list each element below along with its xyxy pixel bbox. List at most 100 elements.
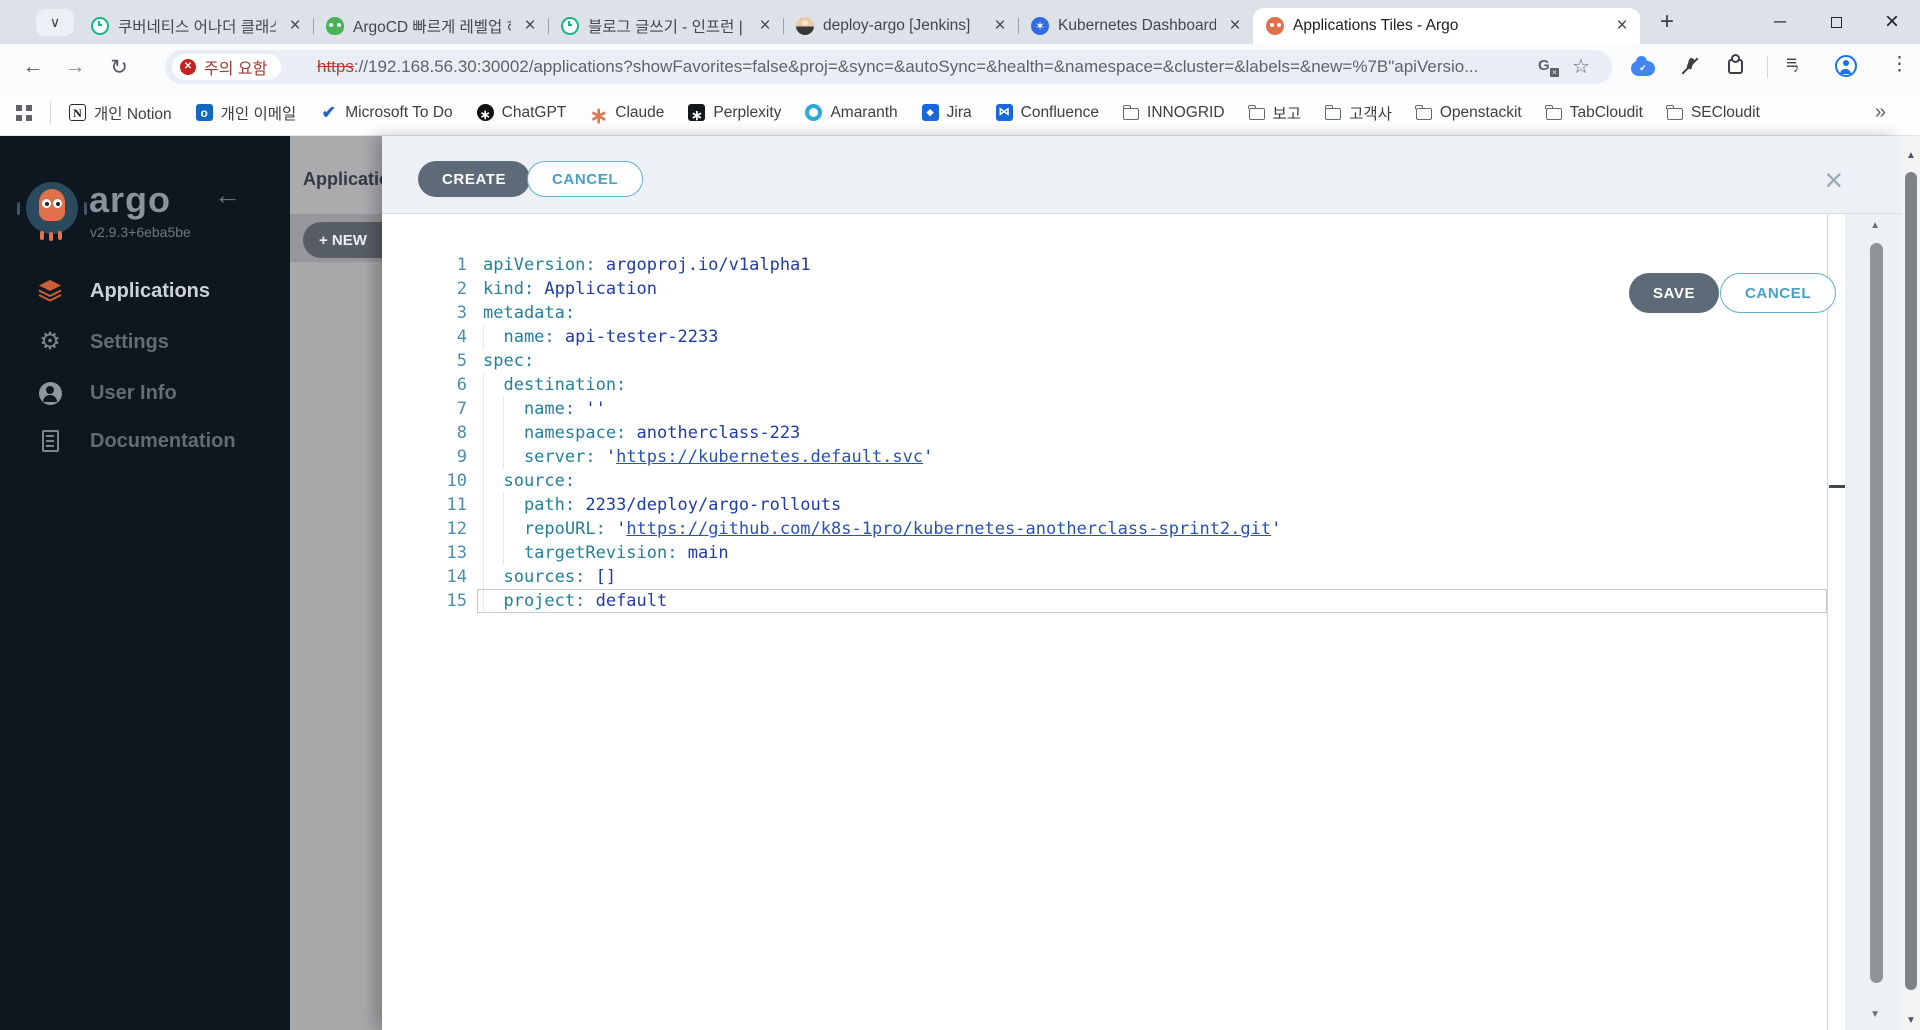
dimmed-page-strip: Applicatio + NEW — [290, 136, 382, 1030]
bookmark-item[interactable]: TabCloudit — [1545, 104, 1643, 122]
jenkins-favicon — [796, 17, 814, 35]
panel-scrollbar-thumb[interactable] — [1870, 243, 1883, 983]
panel-scroll-down-arrow[interactable]: ▼ — [1870, 1009, 1880, 1020]
tab-argo[interactable]: Applications Tiles - Argo × — [1253, 8, 1640, 44]
security-badge[interactable]: ✕ 주의 요함 — [172, 54, 282, 80]
close-window-button[interactable]: × — [1864, 0, 1920, 44]
media-controls-icon[interactable]: ≡ — [1786, 53, 1804, 75]
editor-cursor-marker — [1829, 485, 1845, 488]
tab-close-icon[interactable]: × — [990, 15, 1010, 37]
back-button[interactable]: ← — [18, 52, 48, 82]
line-number: 5 — [456, 351, 467, 371]
indent-guide — [483, 517, 503, 541]
forward-button[interactable]: → — [60, 52, 90, 82]
bookmark-item[interactable]: Amaranth — [805, 104, 898, 122]
scroll-up-arrow[interactable]: ▲ — [1902, 150, 1920, 161]
bookmark-item[interactable]: 개인 Notion — [69, 102, 172, 124]
blocked-extension-icon[interactable] — [1680, 55, 1700, 77]
token-key: server: — [523, 447, 596, 467]
cancel-button[interactable]: CANCEL — [527, 161, 644, 197]
tab-jenkins[interactable]: deploy-argo [Jenkins] × — [783, 8, 1018, 44]
argo-logo[interactable] — [17, 182, 87, 240]
apps-grid-icon[interactable] — [16, 104, 32, 121]
maximize-button[interactable] — [1808, 0, 1864, 44]
create-button[interactable]: CREATE — [418, 161, 531, 197]
close-panel-icon[interactable]: × — [1824, 164, 1843, 196]
address-bar[interactable]: ✕ 주의 요함 https://192.168.56.30:30002/appl… — [165, 50, 1612, 84]
bookmark-item[interactable]: SECloudit — [1666, 104, 1760, 122]
tab-close-icon[interactable]: × — [1225, 15, 1245, 37]
indent-guide — [483, 421, 503, 445]
bookmarks-overflow-chevron[interactable]: » — [1875, 101, 1886, 124]
sidebar-item-applications[interactable]: Applications — [0, 276, 290, 306]
line-number: 10 — [446, 471, 467, 491]
tab-search-button[interactable]: ∨ — [36, 9, 74, 36]
sidebar-item-settings[interactable]: ⚙ Settings — [0, 327, 290, 357]
tab-close-icon[interactable]: × — [520, 15, 540, 37]
tab-close-icon[interactable]: × — [1612, 15, 1632, 37]
extensions-icon[interactable] — [1728, 54, 1743, 74]
code-line-text: server: 'https://kubernetes.default.svc' — [477, 445, 1827, 469]
bookmark-item[interactable]: Claude — [590, 104, 664, 122]
sidebar-item-user-info[interactable]: User Info — [0, 378, 290, 408]
url-text[interactable]: https://192.168.56.30:30002/applications… — [317, 50, 1527, 84]
indent-guide — [483, 565, 503, 589]
tab-title: 블로그 글쓰기 - 인프런 | 자 — [588, 19, 746, 36]
sidebar-item-label: Documentation — [90, 429, 236, 452]
minimize-button[interactable]: ─ — [1752, 0, 1808, 44]
cloud-sync-icon[interactable] — [1631, 56, 1655, 76]
tab-close-icon[interactable]: × — [285, 15, 305, 37]
new-tab-button[interactable]: + — [1652, 7, 1682, 37]
code-line-text: metadata: — [477, 301, 1827, 325]
token-key: sources: — [503, 567, 586, 587]
bookmark-item[interactable]: Jira — [921, 104, 972, 122]
bookmark-item[interactable]: ChatGPT — [476, 104, 566, 122]
octopus-tentacles — [40, 231, 44, 240]
tab-inflearn[interactable]: 쿠버네티스 어나더 클래스 × — [78, 8, 313, 44]
bookmark-item[interactable]: INNOGRID — [1122, 104, 1225, 122]
bookmark-star-icon[interactable]: ☆ — [1572, 54, 1590, 79]
browser-menu-icon[interactable]: ⋮ — [1890, 53, 1909, 76]
bookmarks-divider — [50, 101, 51, 124]
code-line-9: 9 server: 'https://kubernetes.default.svc… — [382, 445, 1827, 469]
sidebar-item-documentation[interactable]: Documentation — [0, 426, 290, 456]
tab-close-icon[interactable]: × — [755, 15, 775, 37]
tab-kubernetes[interactable]: Kubernetes Dashboard × — [1018, 8, 1253, 44]
code-line-8: 8 namespace: anotherclass-223 — [382, 421, 1827, 445]
line-number: 12 — [446, 519, 467, 539]
bookmark-item[interactable]: 개인 이메일 — [195, 102, 296, 124]
bookmark-item[interactable]: Openstackit — [1415, 104, 1522, 122]
translate-icon[interactable] — [1538, 57, 1559, 77]
panel-header: CREATE CANCEL × — [382, 136, 1902, 214]
line-number: 9 — [456, 447, 467, 467]
yaml-editor[interactable]: 1 apiVersion: argoproj.io/v1alpha1 2 kind: … — [382, 253, 1827, 613]
bookmark-label: 보고 — [1272, 105, 1302, 123]
token-val: main — [677, 543, 729, 563]
bookmark-item[interactable]: Perplexity — [688, 104, 781, 122]
profile-avatar-icon[interactable] — [1835, 55, 1857, 77]
line-number: 13 — [446, 543, 467, 563]
bookmark-item[interactable]: Microsoft To Do — [320, 104, 452, 122]
indent-guide — [503, 397, 523, 421]
cancel-edit-button[interactable]: CANCEL — [1720, 273, 1837, 313]
sidebar-collapse-arrow[interactable]: ← — [214, 180, 241, 211]
indent-guide — [483, 373, 503, 397]
octopus-eye — [42, 199, 51, 208]
panel-scroll-up-arrow[interactable]: ▲ — [1870, 220, 1880, 231]
code-line-10: 10 source: — [382, 469, 1827, 493]
indent-guide — [483, 541, 503, 565]
bookmark-item[interactable]: 보고 — [1248, 102, 1302, 124]
tab-argocd-green[interactable]: ArgoCD 빠르게 레벨업 하 × — [313, 8, 548, 44]
token-key: apiVersion: — [483, 255, 596, 275]
new-app-button[interactable]: + NEW — [303, 222, 382, 258]
new-app-button-label: + NEW — [319, 231, 367, 249]
save-button[interactable]: SAVE — [1629, 273, 1720, 313]
scrollbar-thumb[interactable] — [1905, 172, 1917, 990]
scroll-down-arrow[interactable]: ▼ — [1902, 1015, 1920, 1026]
code-line-7: 7 name: '' — [382, 397, 1827, 421]
bookmark-item[interactable]: 고객사 — [1324, 102, 1392, 124]
tab-inflearn[interactable]: 블로그 글쓰기 - 인프런 | 자 × — [548, 8, 783, 44]
line-number: 4 — [456, 327, 467, 347]
reload-button[interactable]: ↻ — [104, 52, 134, 82]
bookmark-item[interactable]: Confluence — [995, 104, 1099, 122]
